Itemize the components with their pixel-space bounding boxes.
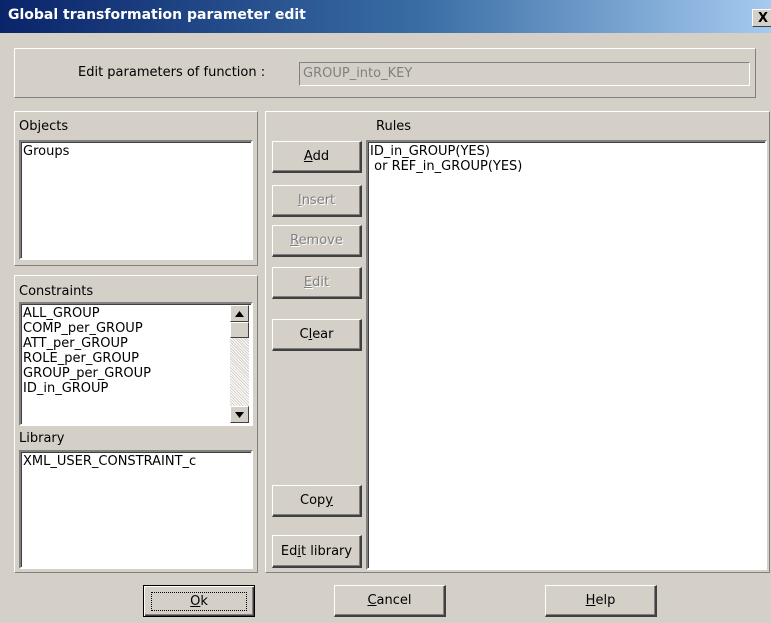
help-button[interactable]: Help xyxy=(545,585,657,617)
rule-line[interactable]: or REF_in_GROUP(YES) xyxy=(370,159,765,174)
library-label: Library xyxy=(19,431,65,446)
scroll-thumb[interactable] xyxy=(230,322,249,338)
clear-button[interactable]: Clear xyxy=(272,319,362,351)
scroll-up-button[interactable] xyxy=(230,305,249,322)
ok-button[interactable]: Ok xyxy=(143,585,255,617)
list-item[interactable]: XML_USER_CONSTRAINT_c xyxy=(21,452,251,469)
list-item[interactable]: ROLE_per_GROUP xyxy=(21,351,251,366)
copy-button[interactable]: Copy xyxy=(272,485,362,517)
function-name-field: GROUP_into_KEY xyxy=(299,62,750,86)
title-bar[interactable]: Global transformation parameter edit X xyxy=(0,0,771,33)
rules-editor[interactable]: ID_in_GROUP(YES) or REF_in_GROUP(YES) xyxy=(366,140,767,570)
remove-button-label: Remove xyxy=(290,233,343,248)
function-name-value: GROUP_into_KEY xyxy=(303,66,413,81)
list-item[interactable]: ATT_per_GROUP xyxy=(21,336,251,351)
list-item[interactable]: ID_in_GROUP xyxy=(21,381,251,396)
edit-library-button[interactable]: Edit library xyxy=(272,535,362,568)
rule-line[interactable]: ID_in_GROUP(YES) xyxy=(370,144,765,159)
function-header-panel: Edit parameters of function : GROUP_into… xyxy=(14,48,756,98)
arrow-down-icon xyxy=(235,411,244,418)
constraints-scrollbar[interactable] xyxy=(230,304,249,424)
arrow-up-icon xyxy=(235,310,244,317)
list-item[interactable]: Groups xyxy=(21,142,251,159)
constraints-list[interactable]: ALL_GROUP COMP_per_GROUP ATT_per_GROUP R… xyxy=(19,302,253,426)
copy-button-label: Copy xyxy=(300,493,333,508)
ok-button-label: Ok xyxy=(151,591,247,611)
edit-library-button-label: Edit library xyxy=(280,543,353,559)
remove-button[interactable]: Remove xyxy=(272,225,362,257)
cancel-button[interactable]: Cancel xyxy=(334,585,446,617)
add-button[interactable]: Add xyxy=(272,141,362,173)
dialog-window: Global transformation parameter edit X E… xyxy=(0,0,771,623)
list-item[interactable]: GROUP_per_GROUP xyxy=(21,366,251,381)
library-list[interactable]: XML_USER_CONSTRAINT_c xyxy=(19,450,253,569)
objects-panel: Objects Groups xyxy=(14,111,258,266)
insert-button[interactable]: Insert xyxy=(272,185,362,217)
objects-label: Objects xyxy=(19,119,69,134)
close-icon: X xyxy=(757,11,769,26)
add-button-label: Add xyxy=(303,149,330,164)
rules-label: Rules xyxy=(376,119,412,134)
list-item[interactable]: COMP_per_GROUP xyxy=(21,321,251,336)
clear-button-label: Clear xyxy=(299,327,334,342)
rules-panel: Rules Add Insert Remove Edit Clear Copy … xyxy=(265,111,770,573)
function-label: Edit parameters of function : xyxy=(78,65,266,80)
help-button-label: Help xyxy=(585,593,616,608)
constraints-label: Constraints xyxy=(19,284,94,299)
list-item[interactable]: ALL_GROUP xyxy=(21,306,251,321)
constraints-panel: Constraints ALL_GROUP COMP_per_GROUP ATT… xyxy=(14,275,258,573)
window-title: Global transformation parameter edit xyxy=(8,7,306,23)
cancel-button-label: Cancel xyxy=(367,593,412,608)
edit-button-label: Edit xyxy=(303,275,330,290)
scroll-track[interactable] xyxy=(230,338,249,406)
edit-button[interactable]: Edit xyxy=(272,267,362,299)
objects-list[interactable]: Groups xyxy=(19,140,253,260)
scroll-down-button[interactable] xyxy=(230,406,249,423)
close-button[interactable]: X xyxy=(752,9,771,27)
insert-button-label: Insert xyxy=(297,193,336,208)
